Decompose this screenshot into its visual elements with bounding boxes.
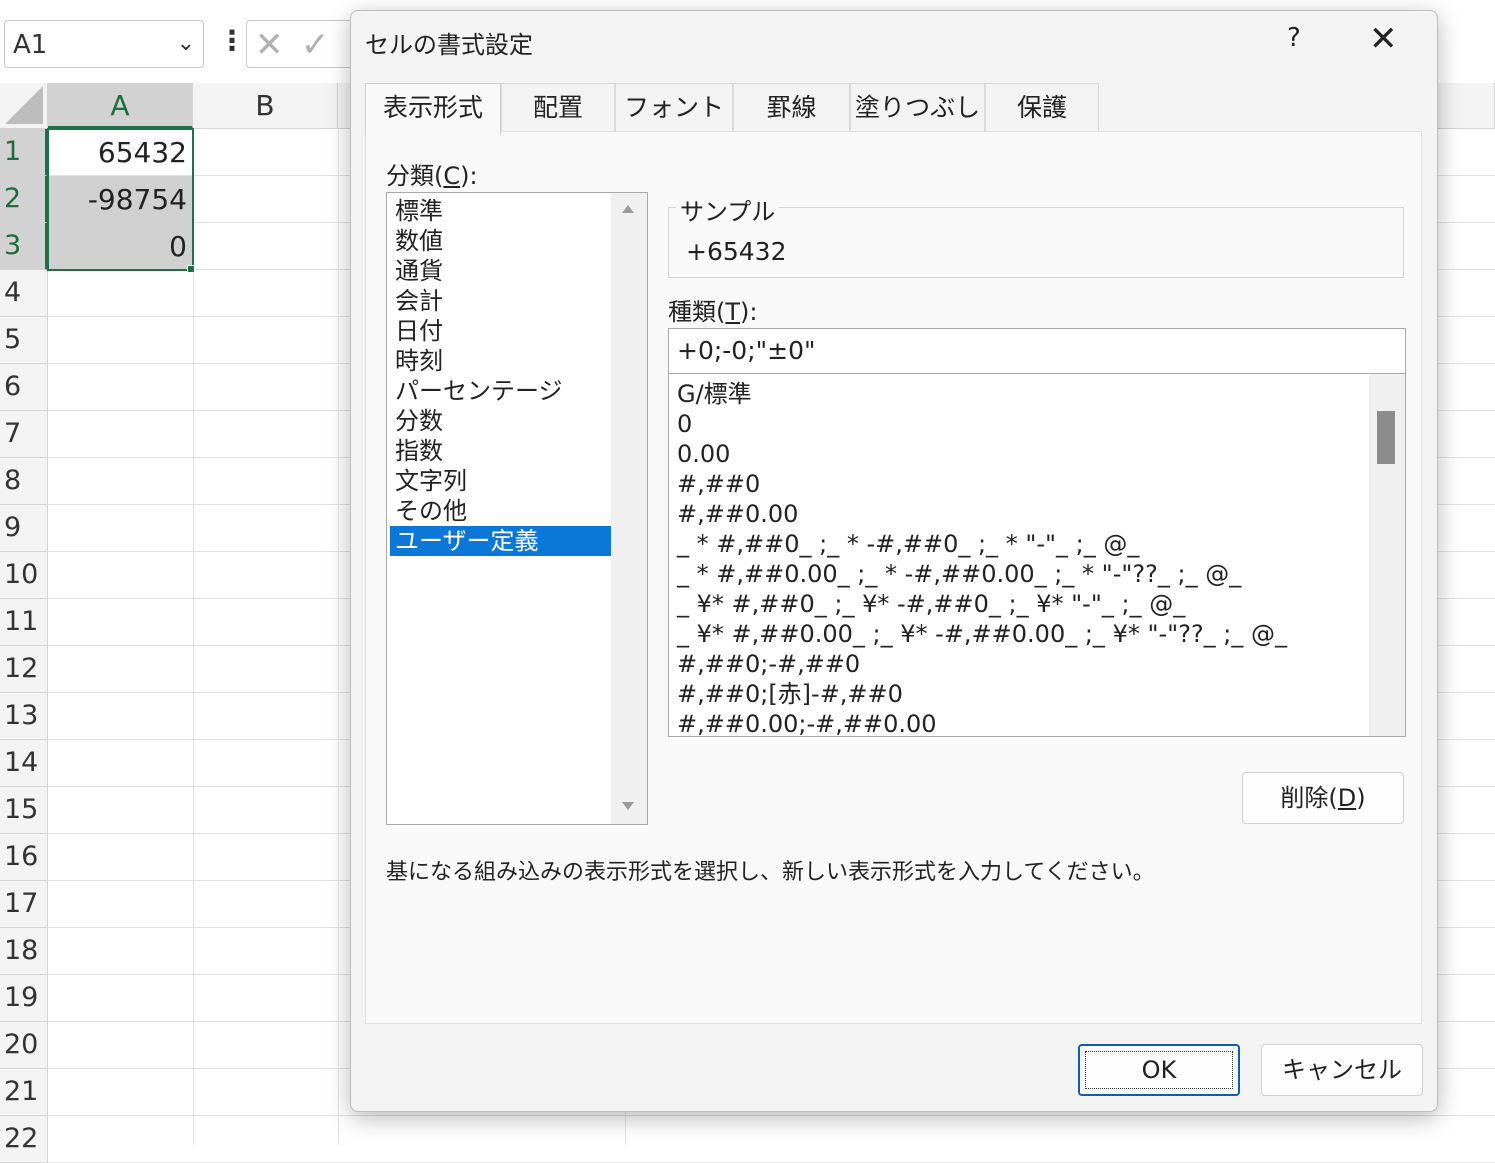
grid-line bbox=[338, 129, 339, 1145]
row-header[interactable]: 11 bbox=[0, 599, 48, 646]
tab-border[interactable]: 罫線 bbox=[733, 83, 850, 131]
formula-actions: ✕ ✓ bbox=[246, 20, 366, 68]
tab-fill[interactable]: 塗りつぶし bbox=[850, 83, 985, 131]
category-item[interactable]: 指数 bbox=[390, 436, 612, 466]
close-icon[interactable]: ✕ bbox=[1369, 19, 1398, 59]
focus-ring bbox=[1085, 1051, 1233, 1089]
category-item[interactable]: 時刻 bbox=[390, 346, 612, 376]
category-scrollbar[interactable] bbox=[611, 193, 647, 824]
category-item[interactable]: 数値 bbox=[390, 226, 612, 256]
select-all-corner[interactable] bbox=[0, 83, 48, 129]
sample-label: サンプル bbox=[676, 192, 780, 227]
more-options-icon[interactable]: ⋮ bbox=[218, 24, 246, 57]
category-item[interactable]: 日付 bbox=[390, 316, 612, 346]
ok-button[interactable]: OK bbox=[1078, 1044, 1240, 1096]
row-header[interactable]: 12 bbox=[0, 646, 48, 693]
cancel-entry-icon[interactable]: ✕ bbox=[255, 25, 284, 65]
tab-protection[interactable]: 保護 bbox=[985, 83, 1099, 131]
row-header[interactable]: 17 bbox=[0, 881, 48, 928]
format-item[interactable]: _ * #,##0_ ;_ * -#,##0_ ;_ * "-"_ ;_ @_ bbox=[677, 529, 1139, 559]
tab-number[interactable]: 表示形式 bbox=[365, 83, 501, 135]
column-header-a[interactable]: A bbox=[48, 83, 193, 129]
selection-border bbox=[47, 128, 194, 271]
chevron-down-icon[interactable]: ⌄ bbox=[177, 31, 195, 56]
format-item[interactable]: _ ¥* #,##0.00_ ;_ ¥* -#,##0.00_ ;_ ¥* "-… bbox=[677, 619, 1287, 649]
help-icon[interactable]: ? bbox=[1287, 23, 1301, 53]
grid-line bbox=[48, 1115, 1495, 1116]
format-item[interactable]: #,##0;[赤]-#,##0 bbox=[677, 679, 903, 709]
row-header[interactable]: 5 bbox=[0, 317, 48, 364]
row-header[interactable]: 3 bbox=[0, 223, 48, 270]
row-header[interactable]: 14 bbox=[0, 740, 48, 787]
category-item[interactable]: 分数 bbox=[390, 406, 612, 436]
scroll-down-icon[interactable] bbox=[622, 802, 634, 810]
format-item[interactable]: _ * #,##0.00_ ;_ * -#,##0.00_ ;_ * "-"??… bbox=[677, 559, 1241, 589]
row-header[interactable]: 18 bbox=[0, 928, 48, 975]
category-item[interactable]: 会計 bbox=[390, 286, 612, 316]
tab-label: 塗りつぶし bbox=[854, 93, 981, 122]
number-tab-panel: 分類(C): 標準 数値 通貨 会計 日付 時刻 パーセンテージ 分数 指数 文字列 その他 ユーザー… bbox=[365, 131, 1422, 1024]
row-header[interactable]: 7 bbox=[0, 411, 48, 458]
name-box[interactable]: A1 ⌄ bbox=[4, 20, 204, 68]
tab-font[interactable]: フォント bbox=[615, 83, 733, 131]
hint-text: 基になる組み込みの表示形式を選択し、新しい表示形式を入力してください。 bbox=[386, 860, 1155, 885]
category-list[interactable]: 標準 数値 通貨 会計 日付 時刻 パーセンテージ 分数 指数 文字列 その他 ユーザー定義 bbox=[386, 192, 648, 825]
category-item[interactable]: その他 bbox=[390, 496, 612, 526]
row-header[interactable]: 16 bbox=[0, 834, 48, 881]
name-box-value: A1 bbox=[13, 30, 48, 60]
format-item[interactable]: #,##0.00;-#,##0.00 bbox=[677, 709, 937, 736]
row-header[interactable]: 13 bbox=[0, 693, 48, 740]
format-list[interactable]: G/標準 0 0.00 #,##0 #,##0.00 _ * #,##0_ ;_ * -#… bbox=[668, 373, 1406, 737]
row-header[interactable]: 8 bbox=[0, 458, 48, 505]
cancel-button[interactable]: キャンセル bbox=[1261, 1044, 1423, 1096]
row-header[interactable]: 19 bbox=[0, 975, 48, 1022]
row-header[interactable]: 22 bbox=[0, 1116, 48, 1163]
row-header[interactable]: 9 bbox=[0, 505, 48, 552]
row-header[interactable]: 1 bbox=[0, 129, 48, 176]
row-header[interactable]: 21 bbox=[0, 1069, 48, 1116]
format-item[interactable]: #,##0 bbox=[677, 469, 760, 499]
format-scrollbar[interactable] bbox=[1369, 374, 1405, 736]
tab-label: フォント bbox=[623, 93, 724, 122]
format-item[interactable]: #,##0;-#,##0 bbox=[677, 649, 860, 679]
row-header[interactable]: 2 bbox=[0, 176, 48, 223]
tab-label: 保護 bbox=[1016, 93, 1067, 122]
tab-alignment[interactable]: 配置 bbox=[501, 83, 615, 131]
category-item[interactable]: 通貨 bbox=[390, 256, 612, 286]
scroll-thumb[interactable] bbox=[1377, 411, 1395, 464]
category-item[interactable]: パーセンテージ bbox=[390, 376, 612, 406]
row-header[interactable]: 15 bbox=[0, 787, 48, 834]
type-input[interactable]: +0;-0;"±0" bbox=[668, 328, 1406, 374]
format-item[interactable]: G/標準 bbox=[677, 379, 752, 409]
dialog-title: セルの書式設定 bbox=[365, 31, 533, 59]
scroll-up-icon[interactable] bbox=[622, 205, 634, 213]
category-item[interactable]: ユーザー定義 bbox=[390, 526, 612, 556]
format-cells-dialog: セルの書式設定 ? ✕ 表示形式 配置 フォント 罫線 塗りつぶし 保護 分類(… bbox=[350, 10, 1438, 1112]
sample-value: +65432 bbox=[686, 237, 787, 266]
row-header[interactable]: 4 bbox=[0, 270, 48, 317]
confirm-entry-icon[interactable]: ✓ bbox=[301, 25, 330, 65]
format-item[interactable]: #,##0.00 bbox=[677, 499, 798, 529]
grid-line bbox=[193, 129, 194, 1145]
type-label: 種類(T): bbox=[668, 298, 758, 326]
category-item[interactable]: 文字列 bbox=[390, 466, 612, 496]
delete-button[interactable]: 削除(D) bbox=[1242, 772, 1404, 824]
tab-label: 表示形式 bbox=[382, 93, 483, 122]
format-item[interactable]: 0 bbox=[677, 409, 692, 439]
column-header-b[interactable]: B bbox=[193, 83, 338, 129]
fill-handle[interactable] bbox=[187, 265, 195, 273]
category-item[interactable]: 標準 bbox=[390, 196, 612, 226]
format-item[interactable]: _ ¥* #,##0_ ;_ ¥* -#,##0_ ;_ ¥* "-"_ ;_ … bbox=[677, 589, 1185, 619]
format-item[interactable]: 0.00 bbox=[677, 439, 730, 469]
row-header[interactable]: 10 bbox=[0, 552, 48, 599]
category-label: 分類(C): bbox=[386, 162, 478, 190]
row-header[interactable]: 20 bbox=[0, 1022, 48, 1069]
tab-label: 罫線 bbox=[766, 93, 817, 122]
tab-label: 配置 bbox=[532, 93, 583, 122]
row-header[interactable]: 6 bbox=[0, 364, 48, 411]
